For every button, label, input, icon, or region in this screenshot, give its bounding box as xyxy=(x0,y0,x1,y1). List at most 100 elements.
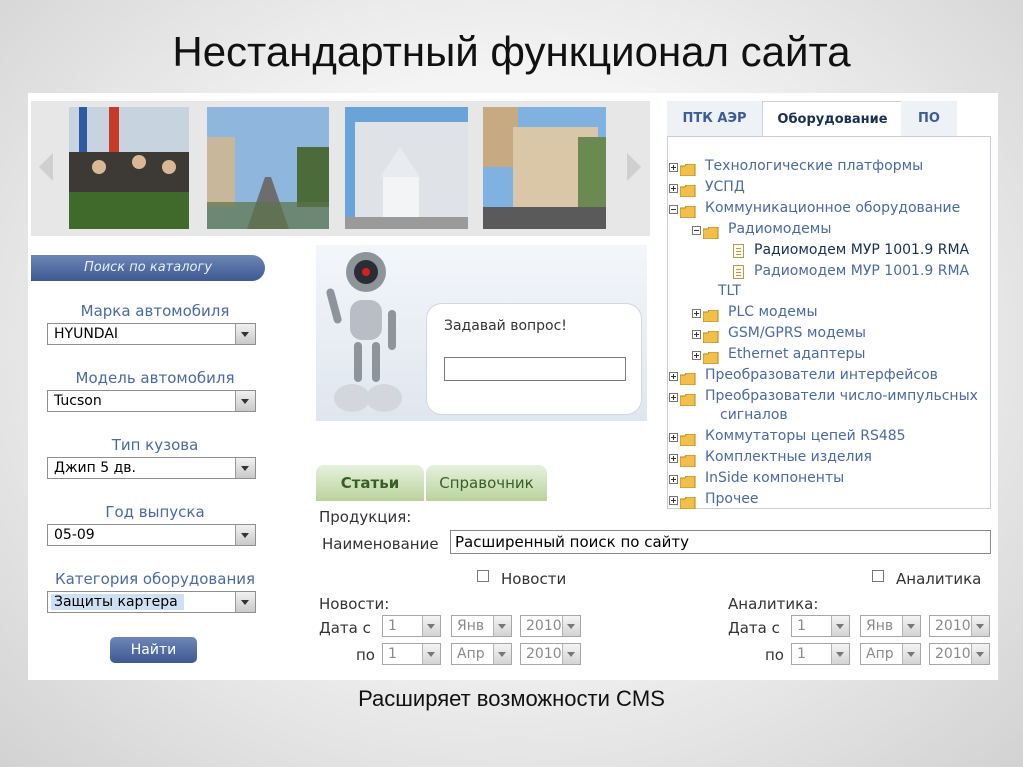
chevron-down-icon[interactable] xyxy=(831,644,849,664)
tree-node-label[interactable]: GSM/GPRS модемы xyxy=(728,325,866,341)
analytics-from-month-select[interactable]: Янв xyxy=(860,615,921,637)
news-to-day-select[interactable]: 1 xyxy=(382,643,441,665)
news-checkbox[interactable] xyxy=(477,570,489,582)
tab-ptk-aer[interactable]: ПТК АЭР xyxy=(667,101,762,137)
expand-plus-icon[interactable] xyxy=(692,330,701,339)
slide-caption: Расширяет возможности CMS xyxy=(358,686,665,711)
body-type-select[interactable]: Джип 5 дв. xyxy=(47,457,256,479)
year-select[interactable]: 05-09 xyxy=(47,524,256,546)
chevron-down-icon[interactable] xyxy=(235,391,255,411)
tree-node-label[interactable]: УСПД xyxy=(705,179,745,195)
chevron-down-icon[interactable] xyxy=(562,644,580,664)
tree-node-label[interactable]: Радиомодем МУР 1001.9 RMA xyxy=(754,263,969,279)
analytics-date-from-label: Дата с xyxy=(728,619,780,637)
document-icon xyxy=(733,265,744,279)
tree-node-label[interactable]: Коммуникационное оборудование xyxy=(705,200,960,216)
car-model-select[interactable]: Tucson xyxy=(47,390,256,412)
tree-node-label[interactable]: Ethernet адаптеры xyxy=(728,346,865,362)
catalog-search-header: Поиск по каталогу xyxy=(31,255,265,281)
year-value: 05-09 xyxy=(54,527,95,543)
analytics-checkbox[interactable] xyxy=(872,570,884,582)
tree-node-label[interactable]: Радиомодемы xyxy=(728,221,831,237)
news-checkbox-label: Новости xyxy=(501,570,567,588)
chevron-down-icon[interactable] xyxy=(235,525,255,545)
expand-plus-icon[interactable] xyxy=(669,393,678,402)
tab-software[interactable]: ПО xyxy=(901,101,957,137)
tab-articles[interactable]: Статьи xyxy=(316,465,424,501)
chevron-down-icon[interactable] xyxy=(235,592,255,612)
tab-equipment[interactable]: Оборудование xyxy=(762,101,903,138)
tree-node-label[interactable]: Прочее xyxy=(705,491,758,507)
tree-node-label[interactable]: Радиомодем МУР 1001.9 RMA xyxy=(754,242,969,258)
tree-node-label[interactable]: Коммутаторы цепей RS485 xyxy=(705,428,906,444)
expand-plus-icon[interactable] xyxy=(692,309,701,318)
chevron-down-icon[interactable] xyxy=(562,616,580,636)
analytics-section-label: Аналитика: xyxy=(728,595,819,613)
analytics-checkbox-label: Аналитика xyxy=(896,570,982,588)
chevron-down-icon[interactable] xyxy=(831,616,849,636)
expand-plus-icon[interactable] xyxy=(669,454,678,463)
news-to-year-select[interactable]: 2010 xyxy=(520,643,581,665)
tree-node-label[interactable]: Технологические платформы xyxy=(705,158,923,174)
tree-node-label[interactable]: Комплектные изделия xyxy=(705,449,872,465)
gallery-prev-arrow-icon[interactable] xyxy=(39,153,53,181)
analytics-to-month-select[interactable]: Апр xyxy=(860,643,921,665)
folder-icon xyxy=(679,431,696,447)
analytics-to-day-select[interactable]: 1 xyxy=(791,643,850,665)
question-input[interactable] xyxy=(444,357,626,381)
tree-node-label[interactable]: PLC модемы xyxy=(728,304,818,320)
find-button[interactable]: Найти xyxy=(110,637,197,663)
name-input[interactable]: Расширенный поиск по сайту xyxy=(450,530,991,554)
chevron-down-icon[interactable] xyxy=(902,616,920,636)
gallery-photo-street[interactable] xyxy=(207,107,329,229)
news-from-day-select[interactable]: 1 xyxy=(382,615,441,637)
tree-node-label[interactable]: Преобразователи число-импульсных xyxy=(705,388,978,404)
news-from-month-select[interactable]: Янв xyxy=(451,615,512,637)
photo-gallery xyxy=(31,101,650,236)
chevron-down-icon[interactable] xyxy=(422,616,440,636)
expand-plus-icon[interactable] xyxy=(669,475,678,484)
body-type-label: Тип кузова xyxy=(111,436,199,454)
chevron-down-icon[interactable] xyxy=(971,644,989,664)
news-section-label: Новости: xyxy=(319,595,390,613)
gallery-photo-chapel[interactable] xyxy=(345,107,468,229)
chevron-down-icon[interactable] xyxy=(235,324,255,344)
tree-node-label[interactable]: Преобразователи интерфейсов xyxy=(705,367,938,383)
gallery-next-arrow-icon[interactable] xyxy=(627,153,641,181)
news-to-month-select[interactable]: Апр xyxy=(451,643,512,665)
chevron-down-icon[interactable] xyxy=(971,616,989,636)
chevron-down-icon[interactable] xyxy=(422,644,440,664)
analytics-date-to-label: по xyxy=(765,646,784,664)
collapse-minus-icon[interactable] xyxy=(669,205,678,214)
collapse-minus-icon[interactable] xyxy=(692,226,701,235)
chevron-down-icon[interactable] xyxy=(493,644,511,664)
expand-plus-icon[interactable] xyxy=(669,433,678,442)
folder-icon xyxy=(679,452,696,468)
analytics-from-year-select[interactable]: 2010 xyxy=(929,615,990,637)
expand-plus-icon[interactable] xyxy=(692,351,701,360)
chevron-down-icon[interactable] xyxy=(235,458,255,478)
expand-plus-icon[interactable] xyxy=(669,184,678,193)
tab-reference[interactable]: Справочник xyxy=(426,465,547,501)
chevron-down-icon[interactable] xyxy=(902,644,920,664)
gallery-photo-ceremony[interactable] xyxy=(69,107,189,229)
chevron-down-icon[interactable] xyxy=(493,616,511,636)
news-from-year-select[interactable]: 2010 xyxy=(520,615,581,637)
car-brand-select[interactable]: HYUNDAI xyxy=(47,323,256,345)
gallery-photo-building[interactable] xyxy=(483,107,606,229)
news-date-from-label: Дата с xyxy=(319,619,371,637)
tree-node-label[interactable]: InSide компоненты xyxy=(705,470,844,486)
expand-plus-icon[interactable] xyxy=(669,372,678,381)
folder-icon xyxy=(702,224,719,240)
tree-node-label[interactable]: сигналов xyxy=(720,407,788,423)
expand-plus-icon[interactable] xyxy=(669,496,678,505)
analytics-from-day-select[interactable]: 1 xyxy=(791,615,850,637)
tree-node-label[interactable]: TLT xyxy=(718,283,741,299)
car-brand-value: HYUNDAI xyxy=(54,326,119,342)
robot-mascot-icon xyxy=(326,252,402,412)
analytics-to-year-select[interactable]: 2010 xyxy=(929,643,990,665)
slide-title: Нестандартный функционал сайта xyxy=(172,28,851,75)
document-icon xyxy=(733,244,744,258)
expand-plus-icon[interactable] xyxy=(669,163,678,172)
equipment-category-select[interactable]: Защиты картера xyxy=(47,591,256,613)
